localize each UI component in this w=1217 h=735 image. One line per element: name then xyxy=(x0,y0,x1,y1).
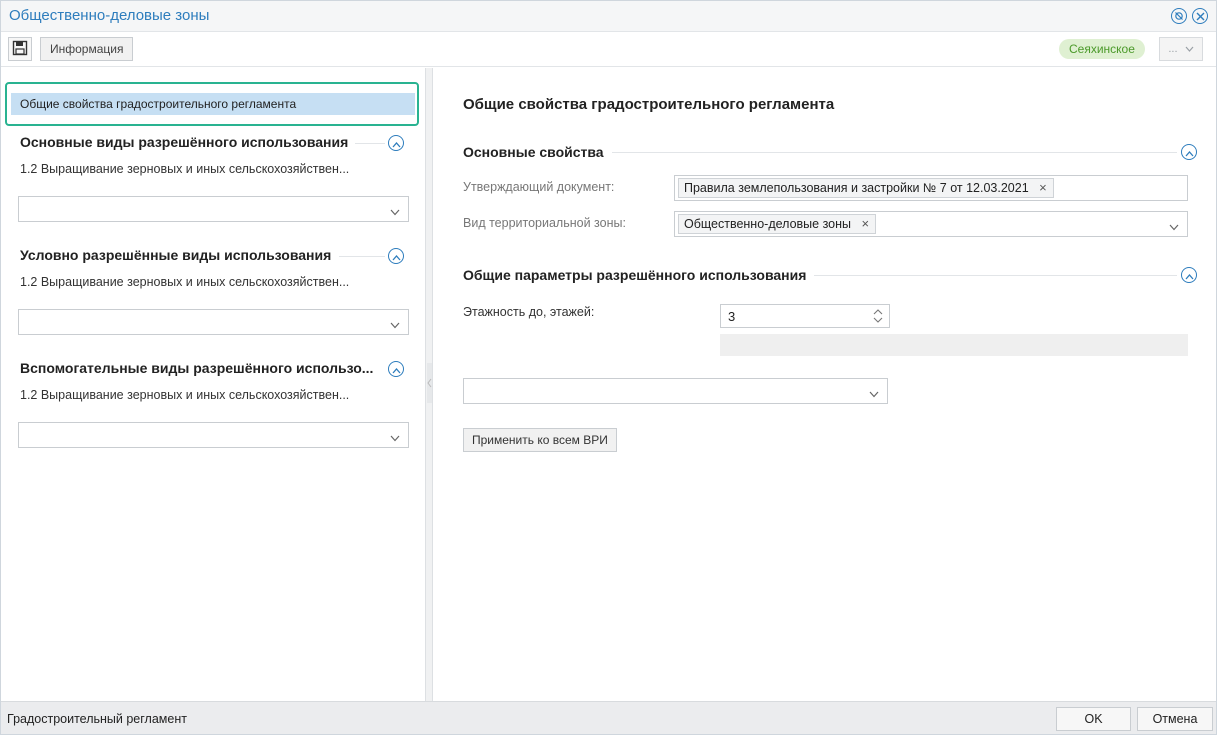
chevron-down-icon xyxy=(390,430,400,445)
main-vri-select[interactable] xyxy=(18,196,409,222)
chevron-up-icon xyxy=(392,362,401,377)
conditional-vri-section: Условно разрешённые виды использования xyxy=(20,247,409,263)
floors-label: Этажность до, этажей: xyxy=(463,305,595,319)
chevron-down-icon xyxy=(1169,219,1179,234)
zone-type-field[interactable]: Общественно-деловые зоны × xyxy=(674,211,1188,237)
approving-document-label: Утверждающий документ: xyxy=(463,180,615,194)
main-vri-section: Основные виды разрешённого использования xyxy=(20,134,409,150)
status-text: Градостроительный регламент xyxy=(7,712,187,726)
left-panel: Общие свойства градостроительного реглам… xyxy=(1,68,425,701)
chevron-up-icon xyxy=(1185,268,1194,283)
window-title: Общественно-деловые зоны xyxy=(9,7,210,24)
floors-note-area xyxy=(720,334,1188,356)
remove-tag-icon[interactable]: × xyxy=(861,215,869,233)
chevron-down-icon xyxy=(1181,43,1194,55)
params-select[interactable] xyxy=(463,378,888,404)
remove-tag-icon[interactable]: × xyxy=(1039,179,1047,197)
info-button[interactable]: Информация xyxy=(40,37,134,61)
auxiliary-vri-item[interactable]: 1.2 Выращивание зерновых и иных сельскох… xyxy=(20,388,380,402)
general-properties-item[interactable]: Общие свойства градостроительного реглам… xyxy=(11,93,415,115)
conditional-vri-select[interactable] xyxy=(18,309,409,335)
collapse-conditional-vri-button[interactable] xyxy=(388,248,404,264)
no-fingerprint-icon[interactable] xyxy=(1171,8,1187,24)
toolbar: Информация Сеяхинское ... xyxy=(1,32,1216,67)
approving-document-field[interactable]: Правила землепользования и застройки № 7… xyxy=(674,175,1188,201)
chevron-up-icon xyxy=(392,249,401,264)
main-vri-item[interactable]: 1.2 Выращивание зерновых и иных сельскох… xyxy=(20,162,380,176)
divider xyxy=(355,143,385,144)
close-icon[interactable] xyxy=(1192,8,1208,24)
chevron-up-icon xyxy=(392,136,401,151)
zone-type-value: Общественно-деловые зоны xyxy=(684,217,852,231)
auxiliary-vri-select[interactable] xyxy=(18,422,409,448)
chevron-down-icon xyxy=(869,386,879,401)
apply-to-all-button[interactable]: Применить ко всем ВРИ xyxy=(463,428,617,452)
spinner-arrows-icon[interactable] xyxy=(873,308,883,324)
more-button[interactable]: ... xyxy=(1159,37,1203,61)
floppy-disk-icon xyxy=(12,40,28,59)
main-vri-title: Основные виды разрешённого использования xyxy=(20,134,349,150)
collapse-auxiliary-vri-button[interactable] xyxy=(388,361,404,377)
approving-document-tag: Правила землепользования и застройки № 7… xyxy=(678,178,1054,198)
basic-properties-title: Основные свойства xyxy=(463,144,612,160)
collapse-params-button[interactable] xyxy=(1181,267,1197,283)
region-badge: Сеяхинское xyxy=(1059,39,1145,59)
divider xyxy=(812,275,1177,276)
ok-button[interactable]: OK xyxy=(1056,707,1131,731)
auxiliary-vri-title: Вспомогательные виды разрешённого исполь… xyxy=(20,360,374,376)
zone-type-tag: Общественно-деловые зоны × xyxy=(678,214,877,234)
zone-type-label: Вид территориальной зоны: xyxy=(463,216,626,230)
selected-item-frame: Общие свойства градостроительного реглам… xyxy=(5,82,419,126)
floors-value: 3 xyxy=(728,309,736,324)
dialog-window: Общественно-деловые зоны Информация Сеях… xyxy=(0,0,1217,735)
chevron-down-icon xyxy=(390,317,400,332)
chevron-down-icon xyxy=(390,204,400,219)
splitter-grip[interactable] xyxy=(427,363,432,403)
general-params-title: Общие параметры разрешённого использован… xyxy=(463,267,815,283)
cancel-button[interactable]: Отмена xyxy=(1137,707,1213,731)
approving-document-value: Правила землепользования и застройки № 7… xyxy=(684,181,1029,195)
title-bar: Общественно-деловые зоны xyxy=(1,1,1216,32)
divider xyxy=(339,256,385,257)
floors-stepper[interactable]: 3 xyxy=(720,304,890,328)
more-label: ... xyxy=(1168,43,1178,55)
page-title: Общие свойства градостроительного реглам… xyxy=(463,96,835,113)
conditional-vri-title: Условно разрешённые виды использования xyxy=(20,247,332,263)
chevron-up-icon xyxy=(1185,145,1194,160)
conditional-vri-item[interactable]: 1.2 Выращивание зерновых и иных сельскох… xyxy=(20,275,380,289)
status-bar: Градостроительный регламент OK Отмена xyxy=(1,701,1216,734)
divider xyxy=(609,152,1177,153)
auxiliary-vri-section: Вспомогательные виды разрешённого исполь… xyxy=(20,360,409,376)
collapse-basic-button[interactable] xyxy=(1181,144,1197,160)
right-panel: Общие свойства градостроительного реглам… xyxy=(434,68,1216,701)
save-button[interactable] xyxy=(8,37,32,61)
collapse-main-vri-button[interactable] xyxy=(388,135,404,151)
panel-splitter[interactable] xyxy=(425,68,433,701)
